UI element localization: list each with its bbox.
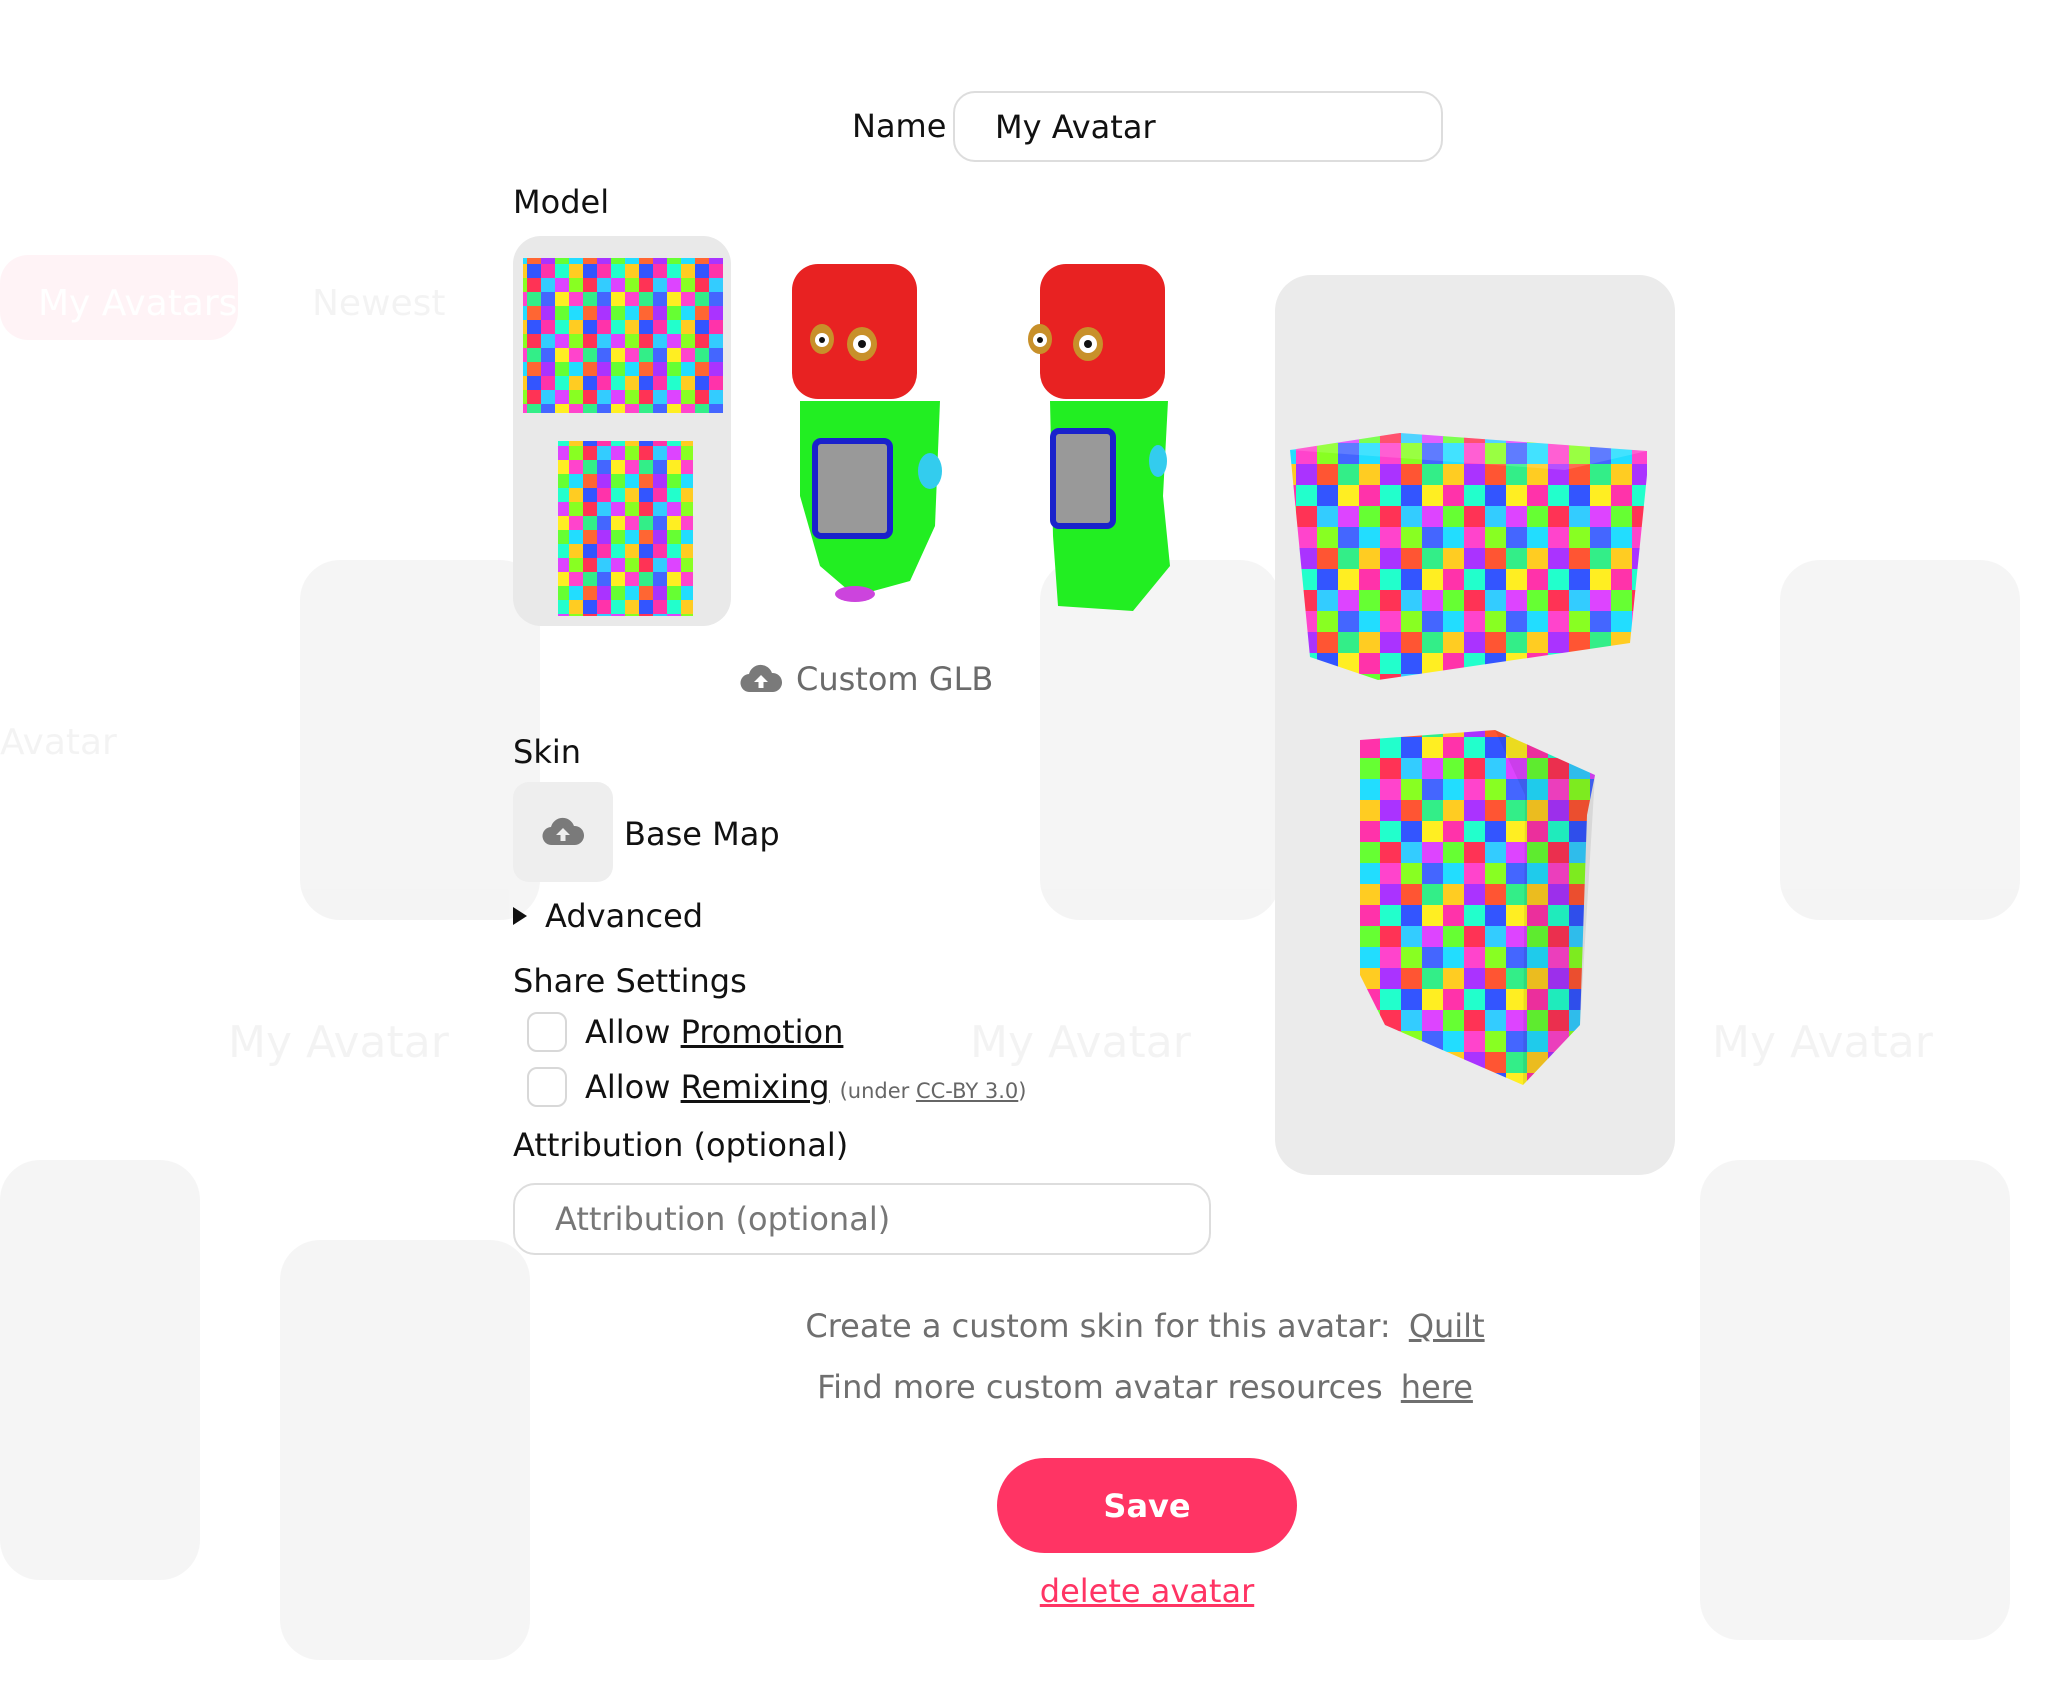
allow-remixing-row: Allow Remixing (under CC-BY 3.0) bbox=[527, 1067, 1026, 1107]
avatar-preview-panel[interactable] bbox=[1275, 275, 1675, 1175]
quilt-model-thumbnail bbox=[523, 258, 723, 616]
share-settings-label: Share Settings bbox=[513, 962, 747, 1000]
cc-by-link[interactable]: CC-BY 3.0 bbox=[916, 1079, 1018, 1103]
allow-promotion-label: Allow Promotion bbox=[585, 1013, 843, 1051]
base-map-upload-button[interactable] bbox=[513, 782, 613, 882]
license-note: (under CC-BY 3.0) bbox=[840, 1079, 1027, 1103]
model-label: Model bbox=[513, 183, 610, 221]
allow-promotion-prefix: Allow bbox=[585, 1013, 671, 1051]
custom-glb-upload[interactable]: Custom GLB bbox=[740, 655, 993, 703]
name-label: Name bbox=[852, 107, 947, 145]
allow-promotion-row: Allow Promotion bbox=[527, 1012, 843, 1052]
model-option-robot-side[interactable] bbox=[998, 236, 1216, 626]
model-option-quilt[interactable] bbox=[513, 236, 731, 626]
robot-model-thumbnail bbox=[792, 264, 942, 602]
license-suffix: ) bbox=[1018, 1079, 1027, 1103]
robot-model-thumbnail bbox=[1028, 264, 1170, 611]
allow-remixing-checkbox[interactable] bbox=[527, 1067, 567, 1107]
custom-skin-info: Create a custom skin for this avatar: Qu… bbox=[0, 1307, 2048, 1345]
attribution-label: Attribution (optional) bbox=[513, 1126, 849, 1164]
delete-avatar-container: delete avatar bbox=[0, 1572, 2048, 1610]
remixing-link[interactable]: Remixing bbox=[681, 1068, 830, 1106]
skin-label: Skin bbox=[513, 733, 582, 771]
custom-glb-label: Custom GLB bbox=[796, 660, 994, 698]
edit-avatar-modal: Name Model bbox=[0, 0, 2048, 1690]
name-input[interactable] bbox=[953, 91, 1443, 162]
disclosure-triangle-icon bbox=[513, 907, 527, 925]
avatar-preview-render bbox=[1290, 433, 1647, 1085]
delete-avatar-link[interactable]: delete avatar bbox=[1040, 1572, 1254, 1610]
advanced-toggle[interactable]: Advanced bbox=[513, 897, 703, 935]
resources-text: Find more custom avatar resources bbox=[817, 1368, 1383, 1406]
allow-remixing-label: Allow Remixing (under CC-BY 3.0) bbox=[585, 1068, 1026, 1106]
model-option-robot-front[interactable] bbox=[760, 236, 978, 626]
promotion-link[interactable]: Promotion bbox=[681, 1013, 844, 1051]
allow-remixing-prefix: Allow bbox=[585, 1068, 671, 1106]
save-button[interactable]: Save bbox=[997, 1458, 1297, 1553]
license-prefix: (under bbox=[839, 1079, 910, 1103]
resources-here-link[interactable]: here bbox=[1401, 1368, 1473, 1406]
upload-cloud-icon bbox=[740, 664, 782, 693]
resources-info: Find more custom avatar resources here bbox=[0, 1368, 2048, 1406]
upload-cloud-icon bbox=[542, 817, 584, 846]
base-map-label: Base Map bbox=[624, 815, 780, 853]
custom-skin-text: Create a custom skin for this avatar: bbox=[805, 1307, 1391, 1345]
quilt-link[interactable]: Quilt bbox=[1409, 1307, 1485, 1345]
allow-promotion-checkbox[interactable] bbox=[527, 1012, 567, 1052]
attribution-input[interactable] bbox=[513, 1183, 1211, 1255]
advanced-label: Advanced bbox=[545, 897, 704, 935]
